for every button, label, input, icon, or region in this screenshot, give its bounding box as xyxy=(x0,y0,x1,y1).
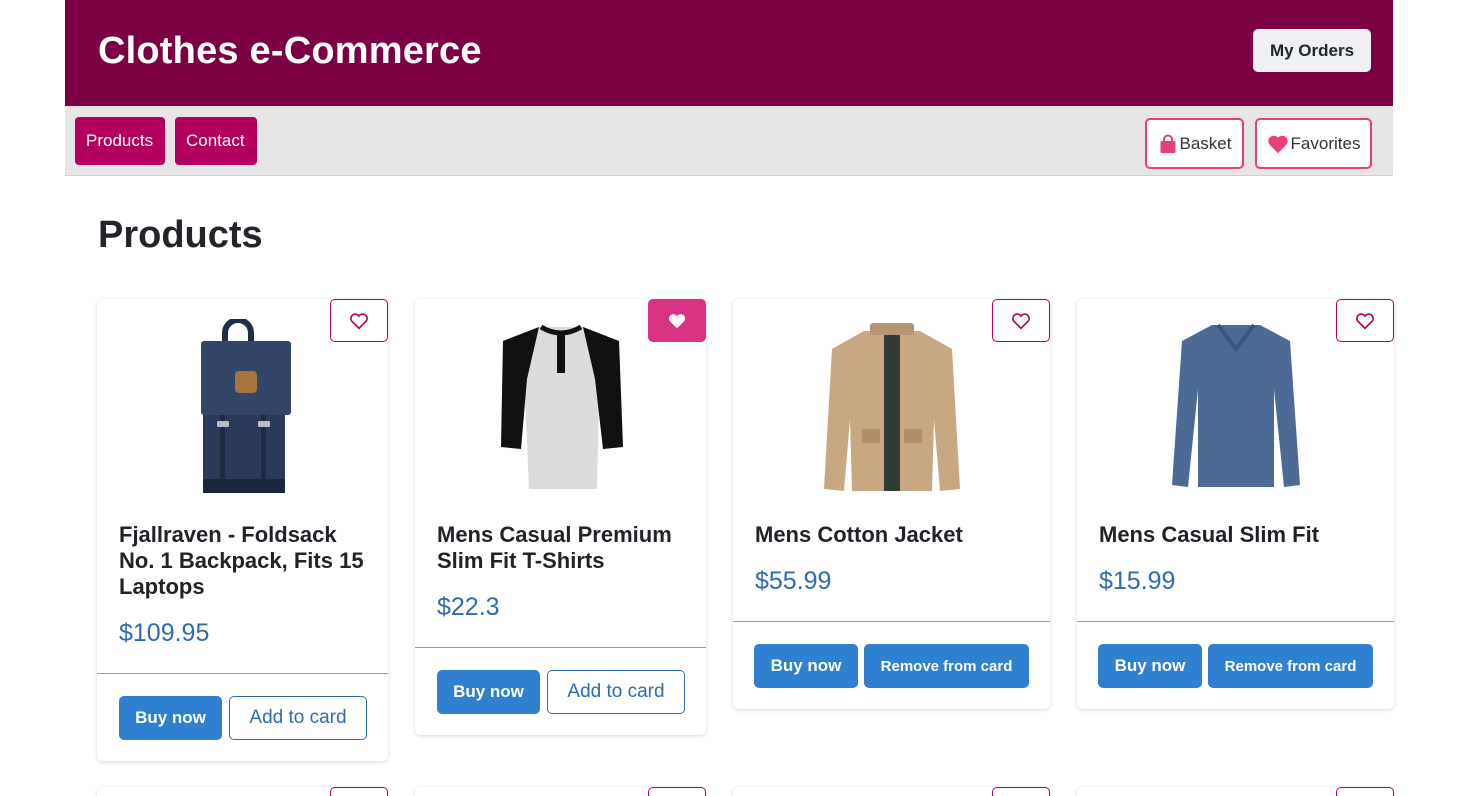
favorite-toggle[interactable] xyxy=(648,299,706,342)
basket-button[interactable]: Basket xyxy=(1145,118,1244,169)
add-to-card-button[interactable]: Add to card xyxy=(229,696,367,740)
page-title: Products xyxy=(98,214,263,256)
buy-now-button[interactable]: Buy now xyxy=(1098,644,1202,688)
heart-icon xyxy=(1267,134,1289,154)
heart-outline-icon xyxy=(1012,312,1030,330)
product-image-backpack xyxy=(200,319,291,493)
product-card: Mens Casual Slim Fit $15.99 Buy now Remo… xyxy=(1077,299,1394,709)
favorite-toggle[interactable] xyxy=(330,299,388,342)
favorite-toggle[interactable] xyxy=(992,299,1050,342)
favorites-label: Favorites xyxy=(1290,133,1361,153)
basket-label: Basket xyxy=(1179,133,1232,153)
product-card-partial xyxy=(97,787,388,796)
product-image-long-sleeve-shirt xyxy=(1171,323,1300,487)
favorite-toggle[interactable] xyxy=(1336,299,1394,342)
card-divider xyxy=(415,647,706,648)
site-title: Clothes e-Commerce xyxy=(98,30,482,72)
navbar: Products Contact Basket Favorites xyxy=(65,106,1393,176)
favorite-toggle[interactable] xyxy=(992,787,1050,796)
nav-link-products[interactable]: Products xyxy=(75,117,165,165)
buy-now-button[interactable]: Buy now xyxy=(437,670,540,714)
product-title: Mens Cotton Jacket xyxy=(755,522,963,547)
remove-from-card-button[interactable]: Remove from card xyxy=(864,644,1029,688)
buy-now-button[interactable]: Buy now xyxy=(754,644,858,688)
product-title: Fjallraven - Foldsack No. 1 Backpack, Fi… xyxy=(119,522,364,599)
product-price: $22.3 xyxy=(437,593,500,621)
favorite-toggle[interactable] xyxy=(330,787,388,796)
buy-now-button[interactable]: Buy now xyxy=(119,696,222,740)
favorite-toggle[interactable] xyxy=(648,787,706,796)
product-card: Fjallraven - Foldsack No. 1 Backpack, Fi… xyxy=(97,299,388,761)
favorites-button[interactable]: Favorites xyxy=(1255,118,1372,169)
card-divider xyxy=(97,673,388,674)
heart-outline-icon xyxy=(1356,312,1374,330)
shopping-bag-icon xyxy=(1158,134,1178,154)
site-header: Clothes e-Commerce My Orders xyxy=(65,0,1393,106)
my-orders-button[interactable]: My Orders xyxy=(1253,29,1371,72)
product-card: Mens Cotton Jacket $55.99 Buy now Remove… xyxy=(733,299,1050,709)
product-card: Mens Casual Premium Slim Fit T-Shirts $2… xyxy=(415,299,706,735)
favorite-toggle[interactable] xyxy=(1336,787,1394,796)
remove-from-card-button[interactable]: Remove from card xyxy=(1208,644,1373,688)
add-to-card-button[interactable]: Add to card xyxy=(547,670,685,714)
heart-icon xyxy=(668,313,686,328)
product-price: $109.95 xyxy=(119,619,210,647)
product-image-jacket xyxy=(823,323,960,491)
product-title: Mens Casual Premium Slim Fit T-Shirts xyxy=(437,522,672,573)
product-price: $55.99 xyxy=(755,567,832,595)
product-price: $15.99 xyxy=(1099,567,1176,595)
card-divider xyxy=(1077,621,1394,622)
product-card-partial xyxy=(733,787,1050,796)
product-card-partial xyxy=(415,787,706,796)
product-image-tshirt xyxy=(500,324,623,489)
card-divider xyxy=(733,621,1050,622)
product-card-partial xyxy=(1077,787,1394,796)
heart-outline-icon xyxy=(350,312,368,330)
product-title: Mens Casual Slim Fit xyxy=(1099,522,1320,547)
nav-link-contact[interactable]: Contact xyxy=(175,117,257,165)
